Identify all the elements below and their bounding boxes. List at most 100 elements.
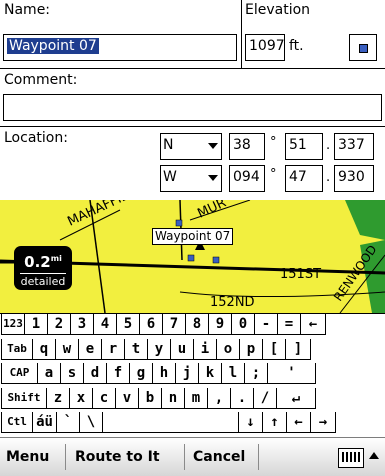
divider bbox=[0, 68, 385, 69]
keyboard-keys-graphic bbox=[342, 452, 360, 462]
key[interactable]: , bbox=[208, 387, 231, 409]
location-label: Location: bbox=[4, 130, 68, 146]
arrow-up-key[interactable]: ↑ bbox=[263, 412, 287, 433]
key[interactable]: 7 bbox=[163, 314, 186, 335]
key[interactable]: r bbox=[102, 338, 125, 360]
lat-frac-value: 337 bbox=[338, 137, 365, 153]
menu-button[interactable]: Menu bbox=[6, 438, 49, 476]
sip-up-arrow-icon[interactable] bbox=[369, 452, 379, 459]
key[interactable]: 4 bbox=[94, 314, 117, 335]
latitude-minutes-field[interactable]: 51 bbox=[285, 133, 323, 160]
cancel-button[interactable]: Cancel bbox=[193, 438, 245, 476]
scale-readout: 0.2mi bbox=[14, 248, 72, 273]
name-value: Waypoint 07 bbox=[7, 38, 99, 54]
key[interactable]: b bbox=[139, 387, 162, 409]
longitude-fraction-field[interactable]: 930 bbox=[334, 165, 374, 192]
elevation-value: 1097 bbox=[249, 38, 285, 54]
key[interactable]: f bbox=[107, 363, 130, 384]
key[interactable]: m bbox=[185, 387, 208, 409]
key[interactable]: a bbox=[38, 363, 61, 384]
key[interactable]: h bbox=[153, 363, 176, 384]
key[interactable]: [ bbox=[263, 338, 286, 360]
longitude-degrees-field[interactable]: 094 bbox=[229, 165, 265, 192]
key[interactable]: 3 bbox=[71, 314, 94, 335]
key[interactable]: 6 bbox=[140, 314, 163, 335]
key[interactable]: 8 bbox=[186, 314, 209, 335]
backspace-key[interactable]: ← bbox=[301, 314, 326, 335]
elevation-field[interactable]: 1097 bbox=[245, 34, 285, 61]
key[interactable]: s bbox=[61, 363, 84, 384]
key[interactable]: ; bbox=[245, 363, 268, 384]
comment-label: Comment: bbox=[4, 72, 78, 88]
key[interactable]: \ bbox=[80, 412, 103, 433]
key[interactable]: y bbox=[148, 338, 171, 360]
key[interactable]: q bbox=[33, 338, 56, 360]
latitude-hemisphere-select[interactable]: N bbox=[160, 133, 222, 160]
key[interactable]: = bbox=[278, 314, 301, 335]
key[interactable]: o bbox=[217, 338, 240, 360]
arrow-right-key[interactable]: → bbox=[311, 412, 336, 433]
enter-key[interactable]: ↵ bbox=[277, 387, 316, 409]
ctrl-key[interactable]: Ctl bbox=[1, 412, 33, 433]
key[interactable]: e bbox=[79, 338, 102, 360]
key[interactable]: k bbox=[199, 363, 222, 384]
lat-hemisphere-value: N bbox=[163, 137, 174, 153]
key[interactable]: ] bbox=[286, 338, 311, 360]
divider bbox=[0, 126, 385, 127]
key[interactable]: 5 bbox=[117, 314, 140, 335]
key[interactable]: t bbox=[125, 338, 148, 360]
key[interactable]: j bbox=[176, 363, 199, 384]
key[interactable]: v bbox=[116, 387, 139, 409]
accent-key[interactable]: áü bbox=[33, 412, 57, 433]
latitude-fraction-field[interactable]: 337 bbox=[334, 133, 374, 160]
divider bbox=[65, 444, 66, 470]
degree-symbol: ° bbox=[270, 167, 277, 182]
caps-key[interactable]: CAP bbox=[1, 363, 38, 384]
longitude-minutes-field[interactable]: 47 bbox=[285, 165, 323, 192]
arrow-down-key[interactable]: ↓ bbox=[239, 412, 263, 433]
route-to-it-button[interactable]: Route to It bbox=[75, 438, 160, 476]
key[interactable]: 9 bbox=[209, 314, 232, 335]
key[interactable]: w bbox=[56, 338, 79, 360]
key[interactable]: z bbox=[47, 387, 70, 409]
decimal-point: . bbox=[326, 170, 331, 185]
key[interactable]: x bbox=[70, 387, 93, 409]
waypoint-marker-icon bbox=[175, 219, 183, 227]
key[interactable]: p bbox=[240, 338, 263, 360]
key[interactable]: l bbox=[222, 363, 245, 384]
lon-min-value: 47 bbox=[289, 169, 307, 185]
key[interactable]: ` bbox=[57, 412, 80, 433]
keyboard-icon[interactable] bbox=[338, 448, 364, 468]
key[interactable]: u bbox=[171, 338, 194, 360]
keyboard-row: 123 1 2 3 4 5 6 7 8 9 0- = ← bbox=[0, 314, 385, 335]
tab-key[interactable]: Tab bbox=[1, 338, 33, 360]
key[interactable]: g bbox=[130, 363, 153, 384]
backspace-key[interactable]: ← bbox=[287, 412, 311, 433]
shift-key[interactable]: Shift bbox=[1, 387, 47, 409]
space-key[interactable] bbox=[103, 412, 239, 433]
scale-unit: mi bbox=[50, 254, 62, 263]
name-field[interactable]: Waypoint 07 bbox=[3, 34, 237, 61]
key[interactable]: ' bbox=[268, 363, 316, 384]
key[interactable]: . bbox=[231, 387, 254, 409]
unit-toggle-button[interactable] bbox=[349, 34, 377, 61]
key[interactable]: d bbox=[84, 363, 107, 384]
key[interactable]: c bbox=[93, 387, 116, 409]
longitude-hemisphere-select[interactable]: W bbox=[160, 165, 222, 192]
key[interactable]: / bbox=[254, 387, 277, 409]
map-scale-box[interactable]: 0.2mi detailed bbox=[14, 246, 72, 290]
key[interactable]: i bbox=[194, 338, 217, 360]
latitude-degrees-field[interactable]: 38 bbox=[229, 133, 265, 160]
map-view[interactable]: MAHAFFIE MUR 151ST 152ND RENWOOD Waypoin… bbox=[0, 200, 385, 313]
divider bbox=[241, 0, 242, 68]
numeric-mode-key[interactable]: 123 bbox=[1, 314, 25, 335]
key[interactable]: n bbox=[162, 387, 185, 409]
lat-min-value: 51 bbox=[289, 137, 307, 153]
key[interactable]: 2 bbox=[48, 314, 71, 335]
dropdown-arrow-icon bbox=[208, 175, 218, 181]
key[interactable]: - bbox=[255, 314, 278, 335]
key[interactable]: 1 bbox=[25, 314, 48, 335]
comment-field[interactable] bbox=[3, 94, 382, 121]
zoom-mode: detailed bbox=[20, 275, 66, 288]
key[interactable]: 0 bbox=[232, 314, 255, 335]
